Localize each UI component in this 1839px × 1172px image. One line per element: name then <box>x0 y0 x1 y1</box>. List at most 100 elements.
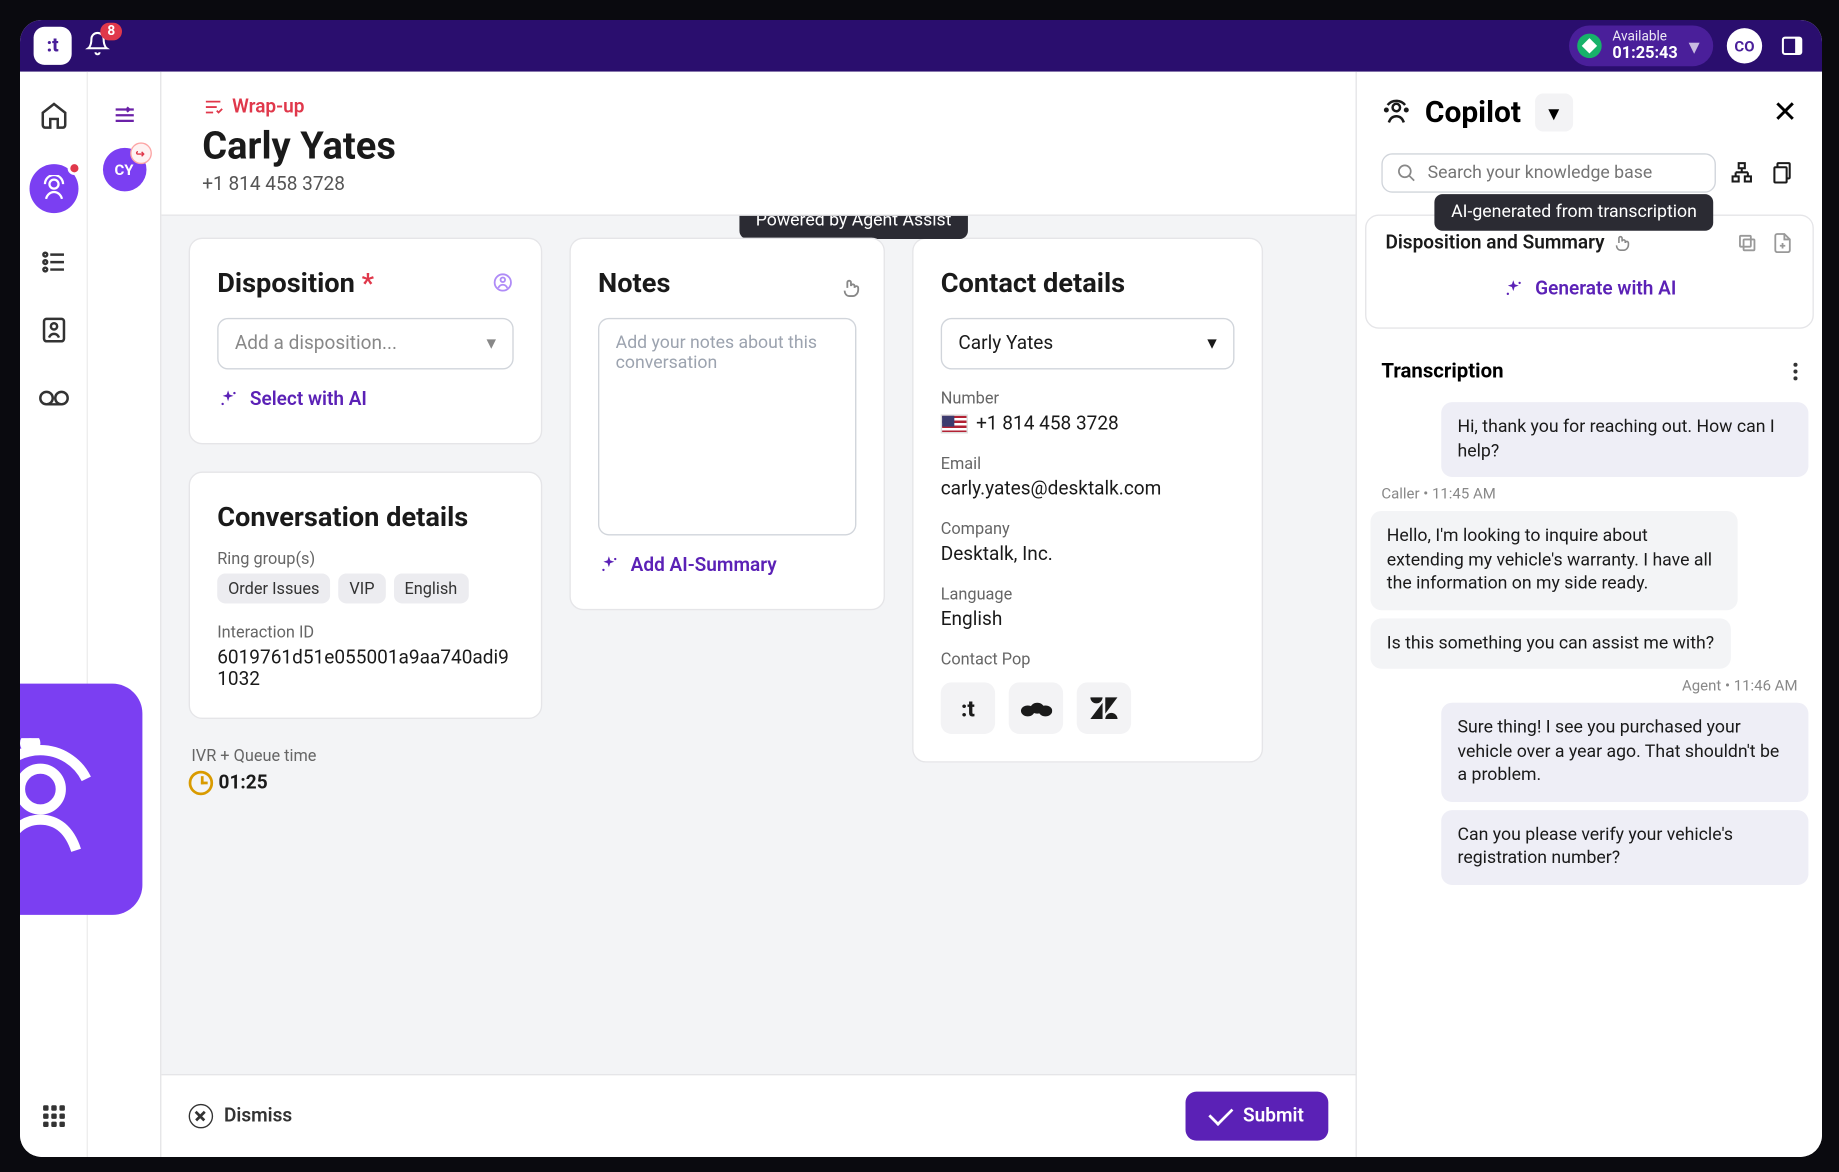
wrapup-label: Wrap-up <box>202 96 304 118</box>
flowchart-icon[interactable] <box>1730 159 1757 186</box>
app-body: CY Wrap-up Carly Yates +1 814 458 3728 P… <box>20 72 1822 1157</box>
status-time: 01:25:43 <box>1612 44 1677 60</box>
panel-toggle-icon[interactable] <box>1776 30 1809 63</box>
ring-groups-chips: Order Issues VIP English <box>217 574 513 604</box>
cards-area: Powered by Agent Assist Disposition * <box>161 216 1355 1074</box>
close-button[interactable]: ✕ <box>1772 95 1797 129</box>
close-circle-icon <box>189 1104 213 1128</box>
disposition-summary-label: Disposition and Summary <box>1385 232 1604 254</box>
app-window: :t 8 Available 01:25:43 ▾ CO <box>20 20 1822 1157</box>
action-bar: Dismiss Submit <box>161 1074 1355 1157</box>
copilot-icon <box>1381 98 1411 128</box>
contact-details-title: Contact details <box>941 266 1235 299</box>
contact-name: Carly Yates <box>202 123 1314 168</box>
search-input[interactable] <box>1428 163 1701 183</box>
brand-watermark <box>20 684 142 915</box>
insert-icon[interactable] <box>1772 232 1794 254</box>
email-value: carly.yates@desktalk.com <box>941 478 1235 500</box>
expand-rail-button[interactable] <box>108 99 141 132</box>
nav-voicemail[interactable] <box>34 379 72 417</box>
logo[interactable]: :t <box>34 27 72 65</box>
nav-queues[interactable] <box>34 243 72 281</box>
language-value: English <box>941 609 1235 631</box>
ivr-queue-label: IVR + Queue time <box>189 746 543 765</box>
top-bar: :t 8 Available 01:25:43 ▾ CO <box>20 20 1822 72</box>
notes-textarea[interactable]: Add your notes about this conversation <box>598 318 856 536</box>
sparkle-icon <box>1503 278 1525 300</box>
nav-apps[interactable] <box>34 1097 72 1135</box>
contact-phone: +1 814 458 3728 <box>202 174 1314 196</box>
more-menu-button[interactable] <box>1793 362 1797 380</box>
check-icon <box>1209 1101 1234 1126</box>
contact-details-card: Contact details Carly Yates ▾ Number +1 … <box>912 238 1263 763</box>
main-content: Wrap-up Carly Yates +1 814 458 3728 Powe… <box>161 72 1355 1157</box>
pop-tile-salesforce[interactable] <box>1009 682 1063 734</box>
transcript-message-agent: Hi, thank you for reaching out. How can … <box>1441 402 1808 477</box>
dismiss-button[interactable]: Dismiss <box>189 1104 293 1128</box>
transcript-message-caller: Is this something you can assist me with… <box>1370 618 1730 669</box>
generate-with-ai-button[interactable]: Generate with AI <box>1385 268 1793 312</box>
chip: VIP <box>339 574 386 604</box>
select-with-ai-link[interactable]: Select with AI <box>217 389 367 411</box>
nav-agent[interactable] <box>29 164 78 213</box>
transcript-message-agent: Can you please verify your vehicle's reg… <box>1441 810 1808 885</box>
transcript-message-agent: Sure thing! I see you purchased your veh… <box>1441 703 1808 802</box>
conversation-avatar[interactable]: CY <box>102 148 146 192</box>
contact-pop-row: :t <box>941 682 1235 734</box>
conversation-details-card: Conversation details Ring group(s) Order… <box>189 472 543 720</box>
transcript-meta: Agent • 11:46 AM <box>1370 677 1808 695</box>
chevron-down-icon: ▾ <box>1689 33 1700 59</box>
transcript-message-caller: Hello, I'm looking to inquire about exte… <box>1370 511 1737 610</box>
contact-select[interactable]: Carly Yates ▾ <box>941 318 1235 370</box>
agent-avatar[interactable]: CO <box>1727 28 1762 63</box>
email-label: Email <box>941 454 1235 473</box>
submit-button[interactable]: Submit <box>1186 1092 1328 1141</box>
copilot-selector[interactable]: ▾ <box>1535 93 1573 131</box>
nav-contacts[interactable] <box>34 311 72 349</box>
agent-assist-tooltip: Powered by Agent Assist <box>739 216 967 239</box>
sparkle-icon <box>598 554 620 576</box>
copilot-header: Copilot ▾ ✕ <box>1357 72 1822 154</box>
us-flag-icon <box>941 414 968 433</box>
interaction-id-label: Interaction ID <box>217 622 513 641</box>
disposition-select[interactable]: Add a disposition... ▾ <box>217 318 513 370</box>
interaction-id-value: 6019761d51e055001a9aa740adi91032 <box>217 647 513 691</box>
number-label: Number <box>941 389 1235 408</box>
company-value: Desktalk, Inc. <box>941 544 1235 566</box>
notifications-button[interactable]: 8 <box>85 31 109 61</box>
cursor-hand-icon <box>1613 234 1632 253</box>
badge-dot <box>67 161 81 175</box>
copy-icon[interactable] <box>1736 232 1758 254</box>
status-selector[interactable]: Available 01:25:43 ▾ <box>1569 25 1713 66</box>
pop-tile-talkdesk[interactable]: :t <box>941 682 995 734</box>
documents-icon[interactable] <box>1770 159 1797 186</box>
wrapup-icon <box>202 96 224 118</box>
pop-tile-zendesk[interactable] <box>1077 682 1131 734</box>
transcription-list: Hi, thank you for reaching out. How can … <box>1357 397 1822 1157</box>
chip: Order Issues <box>217 574 330 604</box>
status-label: Available <box>1612 31 1677 45</box>
chevron-down-icon: ▾ <box>486 333 496 355</box>
nav-home[interactable] <box>34 96 72 134</box>
copilot-panel: Copilot ▾ ✕ AI-generated <box>1356 72 1822 1157</box>
copilot-title: Copilot <box>1425 95 1521 129</box>
add-ai-summary-link[interactable]: Add AI-Summary <box>598 554 777 576</box>
disposition-title: Disposition * <box>217 266 374 299</box>
notes-card: Notes Add your notes about this conversa… <box>569 238 885 611</box>
search-icon <box>1396 163 1416 183</box>
cursor-hand-icon <box>840 277 862 299</box>
ai-generated-tooltip: AI-generated from transcription <box>1435 194 1713 231</box>
sparkle-icon <box>217 389 239 411</box>
number-value: +1 814 458 3728 <box>941 413 1235 435</box>
wrapup-header: Wrap-up Carly Yates +1 814 458 3728 <box>161 72 1355 216</box>
contact-pop-label: Contact Pop <box>941 650 1235 669</box>
conversation-details-title: Conversation details <box>217 500 513 533</box>
clock-icon <box>189 771 213 795</box>
headset-icon <box>492 272 514 294</box>
disposition-summary-card: Disposition and Summary Generate with AI <box>1365 214 1814 328</box>
notes-title: Notes <box>598 266 670 299</box>
wrapup-indicator-icon <box>129 142 151 164</box>
transcription-label: Transcription <box>1381 359 1503 383</box>
transcript-meta: Caller • 11:45 AM <box>1370 485 1808 503</box>
nav-rail <box>20 72 88 1157</box>
